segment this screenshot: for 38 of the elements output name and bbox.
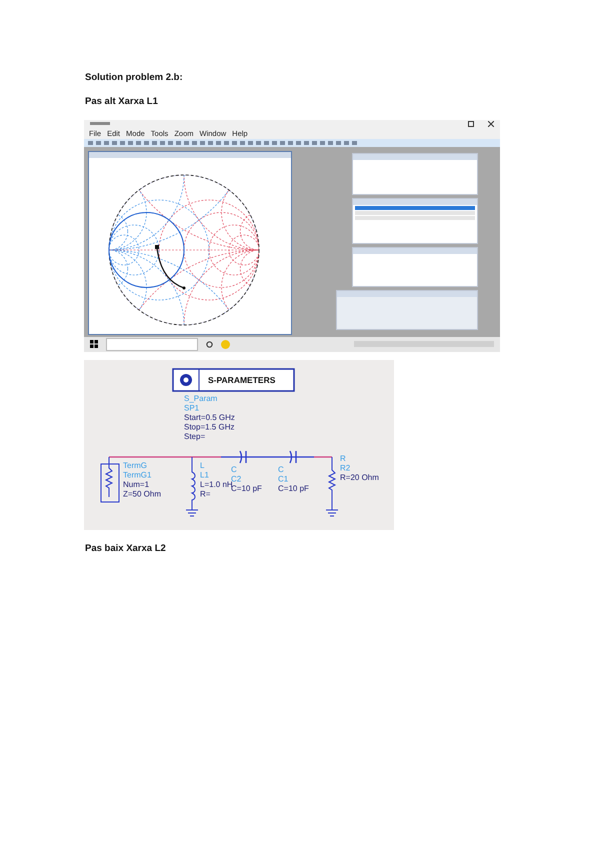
capacitor-symbol[interactable] [239,450,247,464]
section-heading: Solution problem 2.b: [85,72,184,85]
simulation-block[interactable] [172,368,295,392]
block-title: S-PARAMETERS [208,375,276,385]
parameter-label: SP1 [184,404,200,412]
table-row-highlight[interactable] [355,206,475,210]
component-type-label: C [278,465,284,474]
parameter-label: Stop=1.5 GHz [184,422,234,432]
close-icon[interactable] [488,120,494,127]
parameter-label: R=20 Ohm [340,473,379,482]
component-type-label: L [200,461,204,470]
parameter-label: C=10 pF [278,484,309,493]
component-type-label: R [340,454,346,463]
section-heading: Pas alt Xarxa L1 [85,96,159,109]
parameter-label: Step= [184,432,206,441]
component-type-label: C [231,465,237,474]
parameter-label: C1 [278,474,288,484]
parameter-label: C2 [231,474,242,484]
parameter-label: L=1.0 nH [200,480,233,489]
inductor-symbol[interactable] [186,456,198,516]
resistor-symbol[interactable] [326,456,338,516]
start-icon[interactable] [90,340,98,348]
port-symbol[interactable] [100,456,120,502]
parameter-label: TermG1 [123,470,152,480]
parameter-label: R= [200,490,210,498]
component-type-label: TermG [123,461,147,470]
search-field[interactable] [106,338,198,351]
capacitor-symbol[interactable] [289,450,297,464]
circle-icon[interactable] [206,340,213,348]
section-heading: Pas baix Xarxa L2 [85,543,167,556]
component-type-label: S_Param [184,394,218,403]
maximize-icon[interactable] [468,120,474,127]
parameter-label: Z=50 Ohm [123,490,162,498]
parameter-label: R2 [340,464,350,472]
parameter-label: Num=1 [123,480,150,489]
parameter-label: Start=0.5 GHz [184,413,235,422]
parameter-label: C=10 pF [231,484,262,493]
parameter-label: L1 [200,470,209,480]
